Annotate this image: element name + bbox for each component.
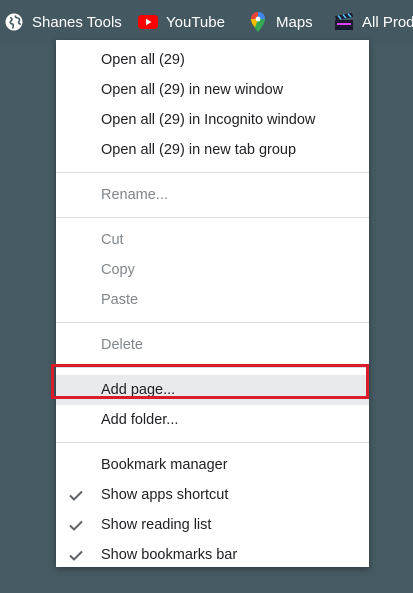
- menu-item-open-all-incognito[interactable]: Open all (29) in Incognito window: [56, 105, 369, 135]
- checkmark-icon: [66, 480, 86, 510]
- menu-item-open-all-new-window[interactable]: Open all (29) in new window: [56, 75, 369, 105]
- bookmark-maps[interactable]: Maps: [244, 0, 313, 44]
- bookmarks-bar: Shanes Tools YouTube Maps All Prod: [0, 0, 413, 44]
- menu-item-label: Show bookmarks bar: [101, 547, 238, 563]
- menu-separator: [56, 172, 369, 173]
- bookmark-label: Shanes Tools: [32, 13, 122, 31]
- menu-item-show-reading-list[interactable]: Show reading list: [56, 510, 369, 540]
- checkmark-icon: [66, 510, 86, 540]
- globe-icon: [4, 12, 24, 32]
- menu-item-delete: Delete: [101, 337, 143, 353]
- menu-item-show-bookmarks-bar[interactable]: Show bookmarks bar: [56, 540, 369, 570]
- film-clapper-icon: [334, 12, 354, 32]
- bookmark-label: All Prod: [362, 13, 413, 31]
- bookmark-all-prod[interactable]: All Prod: [330, 0, 413, 44]
- menu-item-open-all[interactable]: Open all (29): [56, 45, 369, 75]
- menu-item-label: Show reading list: [101, 517, 212, 533]
- bookmark-label: YouTube: [166, 13, 225, 31]
- maps-pin-icon: [248, 12, 268, 32]
- bookmark-shanes-tools[interactable]: Shanes Tools: [0, 0, 122, 44]
- menu-separator: [56, 217, 369, 218]
- menu-item-open-all-tab-group[interactable]: Open all (29) in new tab group: [56, 135, 369, 165]
- menu-separator: [56, 367, 369, 368]
- menu-item-rename: Rename...: [101, 187, 168, 203]
- checkmark-icon: [66, 540, 86, 570]
- menu-item-paste: Paste: [101, 292, 139, 308]
- youtube-icon: [138, 12, 158, 32]
- bookmark-label: Maps: [276, 13, 313, 31]
- menu-separator: [56, 442, 369, 443]
- menu-item-add-folder[interactable]: Add folder...: [56, 405, 369, 435]
- menu-item-bookmark-manager[interactable]: Bookmark manager: [56, 450, 369, 480]
- menu-item-show-apps-shortcut[interactable]: Show apps shortcut: [56, 480, 369, 510]
- menu-item-label: Show apps shortcut: [101, 487, 229, 503]
- bookmark-youtube[interactable]: YouTube: [134, 0, 225, 44]
- menu-item-cut: Cut: [101, 232, 124, 248]
- bookmarks-bar-context-menu: Open all (29) Open all (29) in new windo…: [56, 40, 369, 567]
- menu-item-copy: Copy: [101, 262, 135, 278]
- menu-separator: [56, 322, 369, 323]
- menu-item-add-page[interactable]: Add page...: [56, 375, 369, 405]
